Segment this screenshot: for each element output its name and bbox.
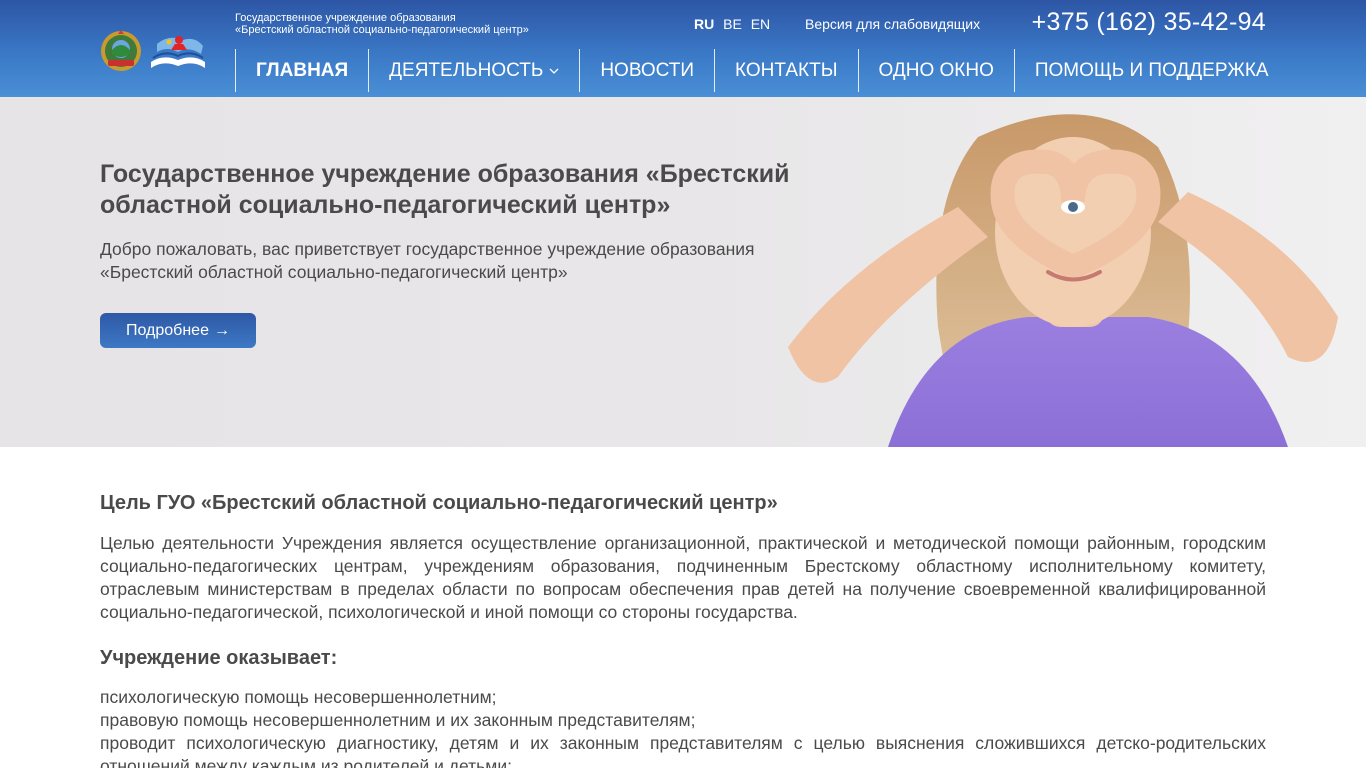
services-list: психологическую помощь несовершеннолетни… (100, 686, 1266, 768)
language-ru[interactable]: RU (694, 16, 714, 32)
hero-title: Государственное учреждение образования «… (100, 160, 790, 219)
nav-item-label: Деятельность (389, 59, 544, 81)
nav-item-help-support[interactable]: Помощь и поддержка (1013, 49, 1289, 92)
nav-item-label: Контакты (735, 59, 838, 81)
organization-name: Государственное учреждение образования «… (235, 12, 529, 36)
hero-banner: Государственное учреждение образования «… (0, 97, 1366, 447)
list-item: проводит психологическую диагностику, де… (100, 733, 1266, 768)
language-switcher: RU BE EN (694, 16, 775, 32)
arrow-right-icon: → (213, 321, 230, 339)
organization-name-line1: Государственное учреждение образования (235, 12, 456, 24)
goal-heading: Цель ГУО «Брестский областной социально-… (100, 492, 778, 514)
main-navigation: Главная Деятельность Новости Контакты Од… (235, 49, 1289, 92)
center-logo-icon[interactable] (149, 32, 207, 72)
language-en[interactable]: EN (751, 16, 770, 32)
main-content: Цель ГУО «Брестский областной социально-… (100, 490, 1266, 768)
state-emblem-icon[interactable] (100, 30, 142, 72)
chevron-down-icon (549, 68, 559, 74)
nav-item-activity[interactable]: Деятельность (368, 49, 579, 92)
hero-welcome-text: Добро пожаловать, вас приветствует госуд… (100, 239, 755, 282)
more-details-button-label: Подробнее (126, 321, 209, 339)
nav-item-one-window[interactable]: Одно окно (857, 49, 1014, 92)
nav-item-label: Одно окно (878, 59, 994, 81)
nav-item-label: Главная (256, 59, 349, 81)
list-item: правовую помощь несовершеннолетним и их … (100, 710, 696, 730)
site-header: Государственное учреждение образования «… (0, 0, 1366, 97)
low-vision-version-link[interactable]: Версия для слабовидящих (805, 16, 980, 32)
phone-number[interactable]: +375 (162) 35-42-94 (1032, 8, 1266, 37)
nav-item-contacts[interactable]: Контакты (714, 49, 858, 92)
nav-item-label: Новости (600, 59, 695, 81)
list-item: психологическую помощь несовершеннолетни… (100, 687, 497, 707)
nav-item-label: Помощь и поддержка (1034, 59, 1269, 81)
more-details-button[interactable]: Подробнее → (100, 313, 256, 348)
organization-name-line2: «Брестский областной социально-педагогич… (235, 24, 529, 36)
language-be[interactable]: BE (723, 16, 742, 32)
goal-text: Целью деятельности Учреждения является о… (100, 533, 1266, 622)
nav-item-news[interactable]: Новости (579, 49, 714, 92)
nav-item-home[interactable]: Главная (235, 49, 368, 92)
services-heading: Учреждение оказывает: (100, 647, 338, 669)
logos (100, 30, 210, 74)
